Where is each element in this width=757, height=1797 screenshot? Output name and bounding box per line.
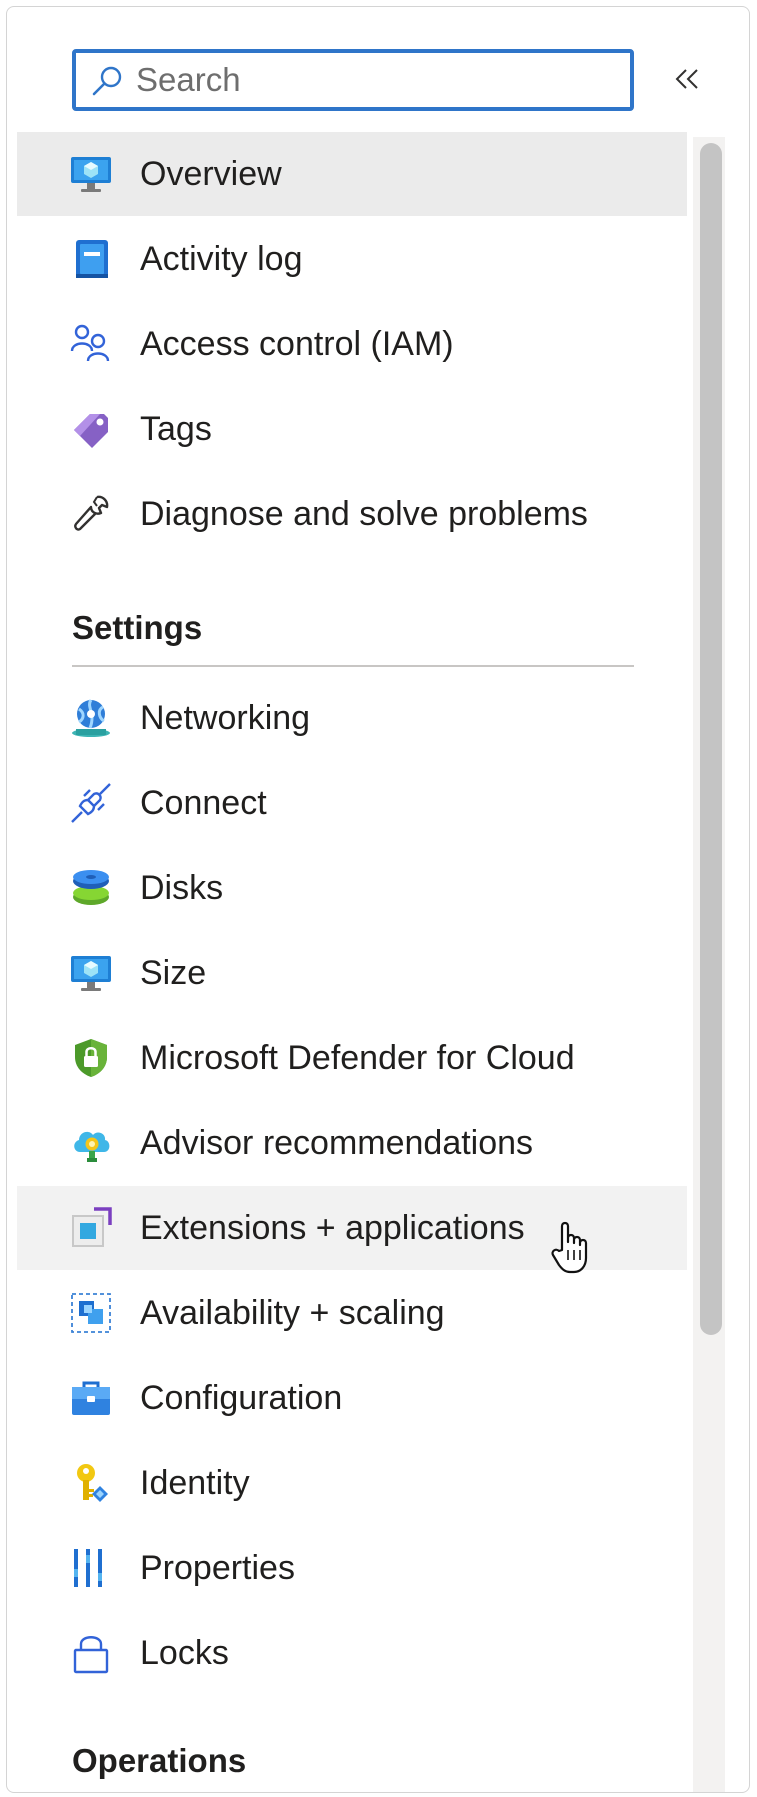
nav-item-advisor[interactable]: Advisor recommendations	[17, 1101, 687, 1185]
nav-item-label: Availability + scaling	[140, 1294, 445, 1332]
network-globe-icon	[70, 697, 112, 739]
plug-icon	[70, 782, 112, 824]
key-icon	[70, 1462, 112, 1504]
search-icon	[90, 63, 126, 99]
activity-log-icon	[70, 238, 112, 280]
shield-lock-icon	[70, 1037, 112, 1079]
nav-item-access-control[interactable]: Access control (IAM)	[17, 302, 687, 386]
nav-item-activity-log[interactable]: Activity log	[17, 217, 687, 301]
nav-item-connect[interactable]: Connect	[17, 761, 687, 845]
nav-item-tags[interactable]: Tags	[17, 387, 687, 471]
nav-item-label: Configuration	[140, 1379, 343, 1417]
double-chevron-left-icon	[667, 69, 707, 103]
section-header-settings: Settings	[72, 609, 203, 646]
nav-item-label: Diagnose and solve problems	[140, 495, 588, 533]
properties-bars-icon	[70, 1547, 112, 1589]
search-input[interactable]	[136, 53, 616, 107]
nav-item-label: Activity log	[140, 240, 303, 278]
hand-cursor-icon	[550, 1220, 596, 1276]
disks-icon	[70, 867, 112, 909]
users-icon	[70, 323, 112, 365]
search-box[interactable]	[72, 49, 634, 111]
vm-monitor-icon	[70, 952, 112, 994]
nav-item-label: Microsoft Defender for Cloud	[140, 1039, 575, 1077]
collapse-panel-button[interactable]	[667, 59, 707, 99]
nav-item-overview[interactable]: Overview	[17, 132, 687, 216]
nav-item-label: Tags	[140, 410, 212, 448]
nav-item-label: Properties	[140, 1549, 295, 1587]
nav-item-label: Size	[140, 954, 207, 992]
nav-item-configuration[interactable]: Configuration	[17, 1356, 687, 1440]
nav-item-size[interactable]: Size	[17, 931, 687, 1015]
nav-item-label: Identity	[140, 1464, 250, 1502]
nav-item-label: Extensions + applications	[140, 1209, 525, 1247]
tag-icon	[70, 408, 112, 450]
lock-icon	[70, 1632, 112, 1674]
briefcase-icon	[70, 1377, 112, 1419]
nav-item-defender[interactable]: Microsoft Defender for Cloud	[17, 1016, 687, 1100]
scrollbar-thumb[interactable]	[700, 143, 722, 1335]
nav-item-label: Advisor recommendations	[140, 1124, 534, 1162]
nav-item-diagnose[interactable]: Diagnose and solve problems	[17, 472, 687, 556]
nav-item-networking[interactable]: Networking	[17, 676, 687, 760]
wrench-icon	[70, 493, 112, 535]
navigation-panel: Overview Activity log Access control (IA…	[6, 6, 750, 1793]
advisor-cloud-icon	[70, 1122, 112, 1164]
nav-item-identity[interactable]: Identity	[17, 1441, 687, 1525]
nav-item-label: Connect	[140, 784, 267, 822]
section-header-operations: Operations	[72, 1742, 247, 1779]
nav-item-properties[interactable]: Properties	[17, 1526, 687, 1610]
availability-icon	[70, 1292, 112, 1334]
section-divider	[72, 665, 634, 667]
nav-item-locks[interactable]: Locks	[17, 1611, 687, 1695]
nav-item-label: Disks	[140, 869, 224, 907]
nav-item-label: Locks	[140, 1634, 229, 1672]
nav-item-disks[interactable]: Disks	[17, 846, 687, 930]
vm-monitor-icon	[70, 153, 112, 195]
nav-item-label: Networking	[140, 699, 311, 737]
nav-item-availability[interactable]: Availability + scaling	[17, 1271, 687, 1355]
nav-item-label: Access control (IAM)	[140, 325, 454, 363]
extensions-icon	[70, 1207, 112, 1249]
nav-item-label: Overview	[140, 155, 282, 193]
